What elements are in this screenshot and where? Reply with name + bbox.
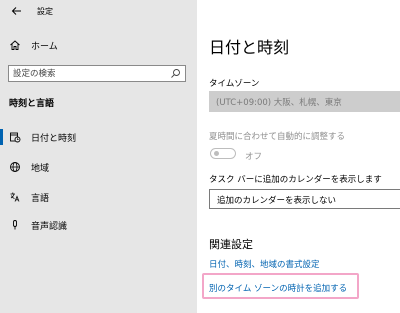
format-settings-link[interactable]: 日付、時刻、地域の書式設定 bbox=[209, 258, 320, 270]
globe-icon bbox=[10, 162, 20, 172]
toggle-knob bbox=[214, 151, 219, 156]
home-icon bbox=[10, 40, 20, 50]
timezone-value: (UTC+09:00) 大阪、札幌、東京 bbox=[216, 98, 342, 108]
title-bar: 設定 bbox=[0, 0, 197, 22]
back-button[interactable] bbox=[8, 3, 24, 19]
sidebar-item-speech[interactable]: 音声認識 bbox=[0, 214, 197, 236]
search-box[interactable] bbox=[8, 65, 186, 82]
timezone-label: タイムゾーン bbox=[209, 79, 260, 89]
home-label: ホーム bbox=[31, 42, 58, 52]
calendar-value: 追加のカレンダーを表示しない bbox=[217, 196, 337, 206]
sidebar-item-home[interactable]: ホーム bbox=[0, 36, 197, 54]
sidebar-item-date-time[interactable]: 日付と時刻 bbox=[0, 126, 197, 148]
sidebar-item-region[interactable]: 地域 bbox=[0, 156, 197, 178]
language-icon bbox=[10, 192, 20, 202]
sidebar-item-language[interactable]: 言語 bbox=[0, 186, 197, 208]
timezone-dropdown: (UTC+09:00) 大阪、札幌、東京 bbox=[209, 91, 400, 112]
sidebar-item-label: 音声認識 bbox=[31, 222, 68, 232]
microphone-icon bbox=[13, 220, 17, 230]
dst-toggle-state: オフ bbox=[245, 152, 263, 162]
app-title: 設定 bbox=[37, 7, 53, 16]
calendar-label: タスク バーに追加のカレンダーを表示します bbox=[209, 175, 382, 185]
calendar-dropdown[interactable]: 追加のカレンダーを表示しない bbox=[209, 189, 400, 209]
section-title: 時刻と言語 bbox=[9, 99, 55, 109]
search-icon[interactable] bbox=[170, 68, 181, 79]
page-title: 日付と時刻 bbox=[209, 38, 290, 57]
sidebar: 設定 ホーム 時刻と言語 日付と時刻 地域 bbox=[0, 0, 197, 313]
sidebar-item-label: 地域 bbox=[31, 164, 50, 174]
selected-indicator bbox=[0, 129, 3, 145]
calendar-clock-icon bbox=[10, 132, 21, 143]
dst-label: 夏時間に合わせて自動的に調整する bbox=[209, 132, 346, 142]
add-clocks-link[interactable]: 別のタイム ゾーンの時計を追加する bbox=[209, 282, 347, 294]
related-settings-title: 関連設定 bbox=[209, 238, 253, 251]
sidebar-item-label: 言語 bbox=[31, 194, 50, 204]
sidebar-item-label: 日付と時刻 bbox=[31, 134, 77, 144]
dst-toggle[interactable] bbox=[210, 148, 236, 159]
search-input[interactable] bbox=[13, 67, 163, 80]
main-content: 日付と時刻 タイムゾーン (UTC+09:00) 大阪、札幌、東京 夏時間に合わ… bbox=[197, 0, 400, 313]
back-arrow-icon bbox=[11, 7, 21, 15]
